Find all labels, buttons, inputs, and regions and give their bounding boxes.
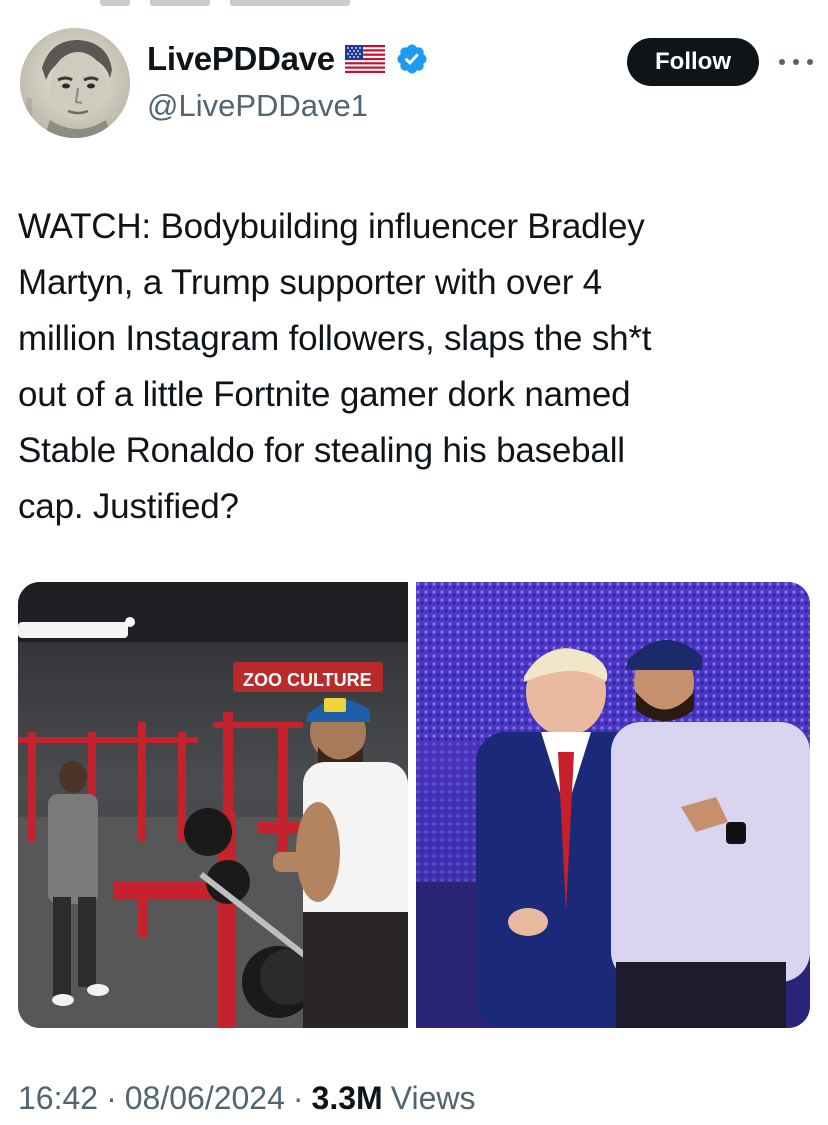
tweet-meta: 16:42 · 08/06/2024 · 3.3M Views	[18, 1080, 475, 1117]
tweet-text: WATCH: Bodybuilding influencer Bradley M…	[18, 207, 652, 526]
previous-post-cutoff	[0, 0, 828, 12]
follow-button[interactable]: Follow	[627, 38, 759, 86]
name-row: LivePDDave	[147, 40, 429, 78]
more-options-icon[interactable]	[779, 52, 813, 72]
views-label: Views	[390, 1080, 476, 1116]
verified-badge-icon[interactable]	[395, 42, 429, 76]
meta-separator: ·	[106, 1080, 117, 1116]
gym-sign-text: ZOO CULTURE	[243, 670, 372, 690]
gym-photo[interactable]: ZOO CULTURE	[18, 582, 408, 1028]
tweet-date[interactable]: 08/06/2024	[125, 1080, 285, 1117]
display-name[interactable]: LivePDDave	[147, 40, 335, 78]
arena-photo[interactable]	[416, 582, 810, 1028]
tweet-time[interactable]: 16:42	[18, 1080, 98, 1117]
tweet-header: LivePDDave @LivePDDave1 Follow	[0, 26, 828, 142]
views-count: 3.3M	[311, 1080, 383, 1116]
user-handle[interactable]: @LivePDDave1	[147, 88, 368, 124]
meta-separator: ·	[292, 1080, 304, 1116]
avatar[interactable]	[20, 28, 130, 138]
us-flag-icon	[344, 45, 385, 73]
tweet-media: ZOO CULTURE	[18, 582, 810, 1028]
